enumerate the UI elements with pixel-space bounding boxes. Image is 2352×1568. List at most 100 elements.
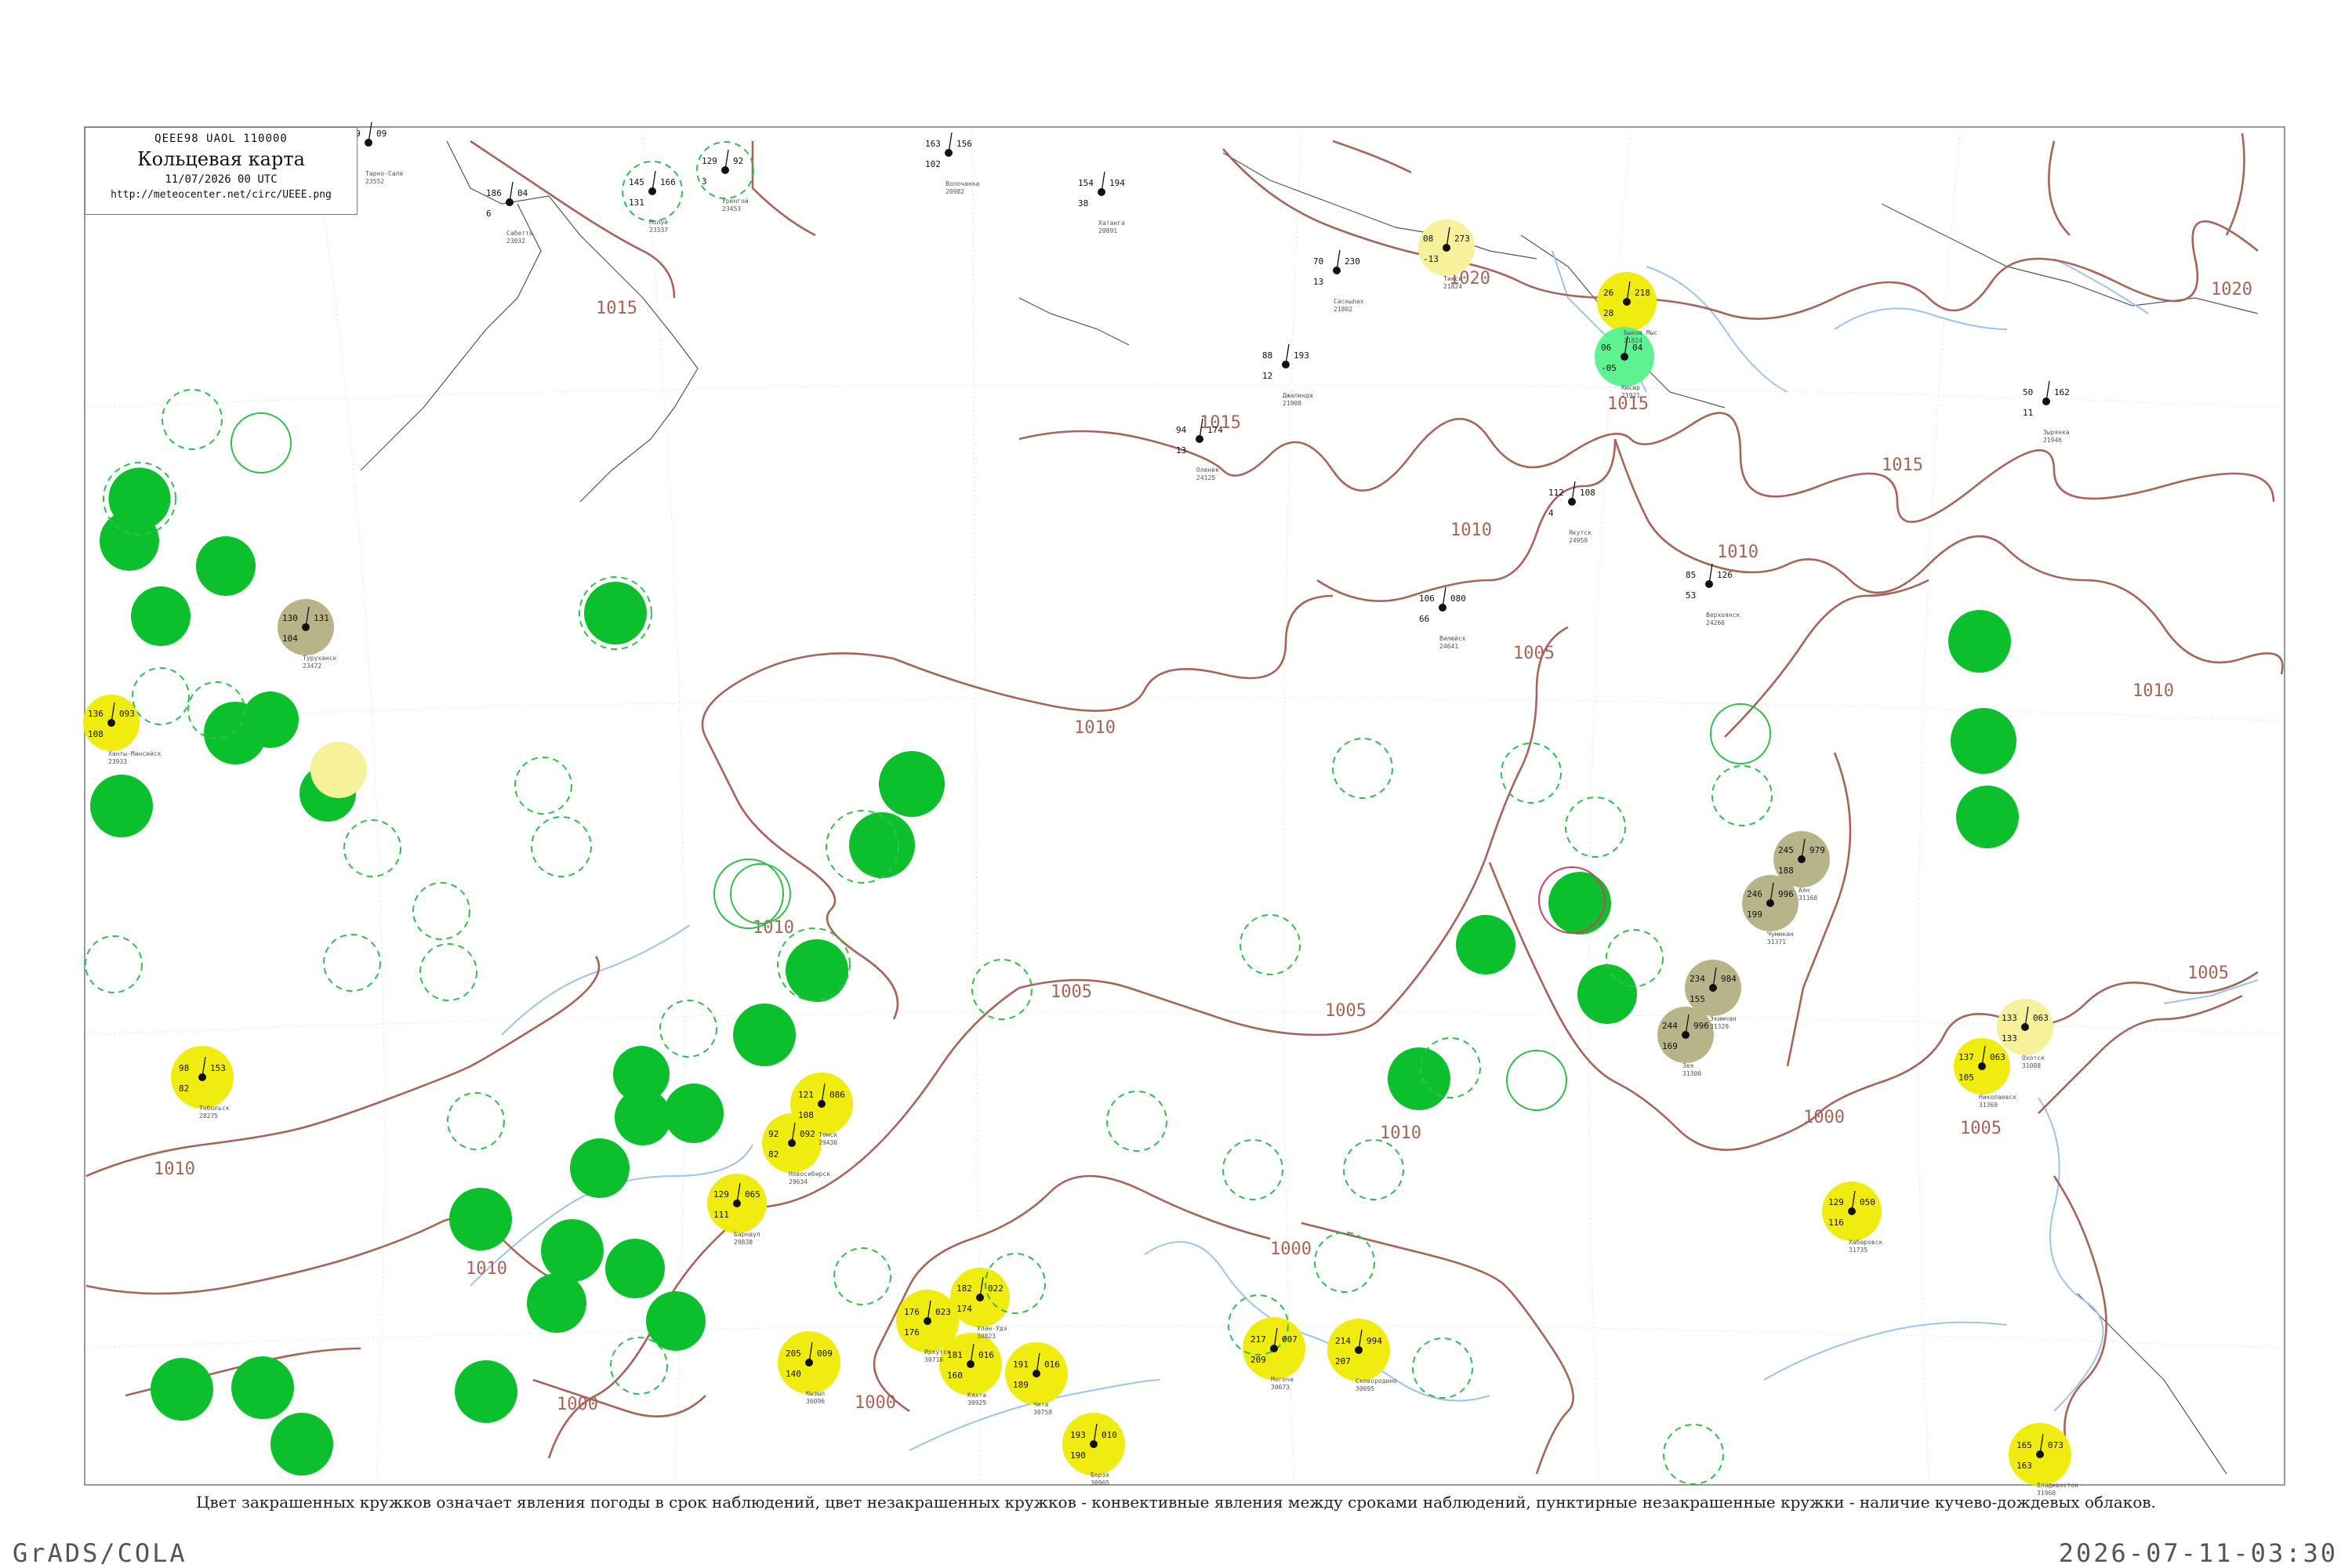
station-name: Зея (1682, 1062, 1693, 1069)
station-rain-circle (1388, 1047, 1450, 1110)
station-index: 23552 (365, 178, 384, 185)
station-name: Тобольск (199, 1104, 230, 1112)
station-name: Верхоянск (1706, 612, 1740, 619)
station-temperature: 70 (1313, 256, 1323, 267)
station-rain-circle (646, 1291, 706, 1351)
station-pressure: 065 (745, 1189, 760, 1200)
station-pressure: 063 (2033, 1013, 2049, 1023)
software-credit: GrADS/COLA (13, 1538, 187, 1568)
station-pressure: 063 (1990, 1052, 2005, 1062)
station-pressure: 162 (2054, 387, 2070, 397)
station-index: 23472 (303, 662, 321, 670)
station-rain-circle (664, 1083, 724, 1143)
station-pressure: 994 (1367, 1336, 1382, 1346)
station-rain-circle (1456, 915, 1515, 975)
station-pressure: 984 (1721, 974, 1737, 984)
station-name: Уренгой (722, 198, 749, 205)
station-dewpoint: 207 (1335, 1356, 1351, 1367)
station-pressure: 218 (1635, 288, 1650, 298)
isobar-label: 1010 (1074, 718, 1116, 738)
station-pressure: 996 (1693, 1021, 1709, 1031)
station-rain-circle (541, 1219, 604, 1282)
station-dewpoint: 3 (702, 176, 707, 187)
station-index: 23933 (108, 758, 127, 765)
station-pressure: 016 (1044, 1359, 1060, 1370)
station-pressure: 126 (1717, 570, 1733, 580)
station-temperature: 181 (947, 1350, 963, 1360)
station-rain-circle (1956, 786, 2019, 848)
station-pressure: 166 (660, 177, 676, 187)
station-name: Волочанка (946, 180, 980, 187)
station-index: 21908 (1283, 400, 1301, 407)
station-temperature: 121 (798, 1090, 814, 1100)
station-rain-circle (100, 511, 159, 571)
station-temperature: 186 (486, 188, 502, 198)
station-dewpoint: 190 (1070, 1450, 1086, 1461)
station-index: 24959 (1569, 537, 1588, 544)
station-name: Кюсюр (1621, 384, 1640, 391)
station-rain-circle (1548, 872, 1611, 935)
station-dewpoint: -13 (1423, 254, 1439, 264)
station-name: Чита (1033, 1401, 1048, 1408)
map-legend-box: QEEE98 UAOL 110000 Кольцевая карта 11/07… (85, 127, 358, 215)
station-temperature: 244 (1662, 1021, 1678, 1031)
station-index: 30965 (1091, 1479, 1109, 1486)
station-index: 31329 (1710, 1023, 1729, 1030)
station-temperature: 234 (1690, 974, 1705, 984)
station-index: 29430 (818, 1139, 837, 1146)
station-index: 31168 (1798, 895, 1817, 902)
station-dewpoint: 102 (925, 159, 941, 169)
station-pressure: 04 (517, 188, 528, 198)
station-temperature: 191 (1013, 1359, 1029, 1370)
station-index: 31735 (1849, 1247, 1867, 1254)
station-index: 28275 (199, 1112, 218, 1120)
station-rain-circle (242, 691, 299, 748)
station-temperature: 214 (1335, 1336, 1351, 1346)
station-name: Кызыл (806, 1390, 825, 1397)
station-name: Экимчан (1710, 1015, 1737, 1022)
map-title: Кольцевая карта (137, 148, 305, 170)
station-temperature: 163 (925, 139, 941, 149)
map-frame (84, 126, 2285, 1486)
station-index: 21921 (1621, 392, 1640, 399)
station-rain-circle (196, 536, 256, 596)
source-url: http://meteocenter.net/circ/UEEE.png (111, 189, 332, 201)
station-dewpoint: 53 (1686, 590, 1696, 601)
isobar-label: 1005 (1960, 1119, 2002, 1138)
station-index: 21946 (2043, 437, 2062, 444)
station-temperature: 88 (1262, 350, 1272, 361)
station-dewpoint: 12 (1262, 371, 1272, 381)
station-index: 24641 (1439, 643, 1458, 650)
station-temperature: 165 (2016, 1440, 2032, 1450)
station-name: Новосибирск (789, 1170, 830, 1178)
station-dewpoint: 160 (947, 1370, 963, 1381)
station-name: Джалинда (1283, 392, 1313, 399)
station-dewpoint: 105 (1958, 1073, 1974, 1083)
station-temperature: 136 (88, 709, 103, 719)
station-index: 23337 (649, 227, 668, 234)
isobar-label: 1000 (855, 1393, 896, 1413)
station-name: Быков Мыс (1624, 329, 1658, 336)
station-index: 30710 (924, 1356, 943, 1363)
station-rain-circle (449, 1188, 512, 1250)
station-dewpoint: 11 (2023, 408, 2033, 418)
map-caption: Цвет закрашенных кружков означает явлени… (196, 1493, 2156, 1512)
isobar-label: 1010 (154, 1160, 195, 1179)
station-index: 30673 (1271, 1384, 1290, 1391)
station-rain-circle (879, 751, 945, 817)
station-dewpoint: 82 (768, 1149, 779, 1160)
station-name: Полуй (649, 219, 668, 226)
station-pressure: 010 (1102, 1430, 1117, 1440)
station-name: Хатанга (1098, 220, 1125, 227)
station-dewpoint: 131 (629, 198, 644, 208)
station-pressure: 023 (935, 1307, 951, 1317)
station-name: Николаевск (1979, 1094, 2016, 1101)
station-index: 36096 (806, 1398, 825, 1405)
station-pressure: 996 (1778, 889, 1794, 899)
station-temperature: 26 (1603, 288, 1613, 298)
station-index: 24266 (1706, 619, 1725, 626)
station-temperature: 50 (2023, 387, 2033, 397)
station-name: Аян (1798, 887, 1810, 894)
station-dewpoint: 4 (1548, 508, 1554, 518)
station-temperature: 205 (786, 1348, 801, 1359)
